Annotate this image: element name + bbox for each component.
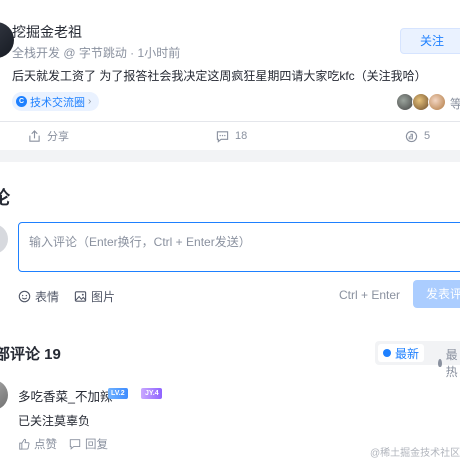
watermark: @稀土掘金技术社区 (370, 448, 460, 459)
like-count-button[interactable]: 5 (405, 128, 430, 144)
emoji-label: 表情 (35, 290, 60, 304)
send-shortcut-hint: Ctrl + Enter (339, 288, 401, 302)
sort-hot-tab[interactable]: 最热 (438, 346, 460, 380)
image-icon (74, 291, 87, 302)
chevron-right-icon: › (88, 96, 92, 107)
emoji-button[interactable]: 表情 (18, 288, 59, 305)
topic-tag[interactable]: C 技术交流圈 › (12, 92, 100, 111)
image-label: 图片 (91, 290, 116, 304)
sort-newest-tab[interactable]: 最新 (378, 344, 425, 362)
comment-icon (216, 130, 229, 143)
share-icon (29, 129, 40, 142)
like-count: 5 (424, 130, 431, 142)
level-badge[interactable]: LV.2 (108, 388, 128, 399)
comment-count-button[interactable]: 18 (216, 128, 247, 144)
topic-label: 技术交流圈 (30, 96, 85, 109)
liked-users-avatars[interactable] (396, 93, 446, 111)
comment-input[interactable]: 输入评论（Enter换行，Ctrl + Enter发送） (18, 222, 460, 272)
comment-reply-button[interactable]: 回复 (69, 436, 108, 452)
share-label: 分享 (47, 131, 69, 143)
comment-like-button[interactable]: 点赞 (18, 436, 57, 452)
comment-like-label: 点赞 (34, 439, 57, 451)
comment-count: 18 (235, 130, 248, 142)
sort-hot-label: 最热 (445, 348, 458, 379)
all-comments-title: 部评论 19 (0, 346, 61, 363)
avatar (428, 93, 446, 111)
post-content: 后天就发工资了 为了报答社会我决定这周疯狂星期四请大家吃kfc（关注我哈） (12, 69, 427, 83)
clock-icon (383, 349, 391, 357)
author-meta: 全栈开发 @ 字节跳动 · 1小时前 (12, 46, 181, 60)
share-button[interactable]: 分享 (28, 128, 69, 144)
reply-icon (69, 439, 81, 450)
comment-reply-label: 回复 (85, 439, 108, 451)
follow-button[interactable]: 关注 (400, 28, 460, 54)
author-name[interactable]: 挖掘金老祖 (12, 22, 82, 42)
flame-icon (438, 359, 442, 367)
topic-icon: C (16, 96, 27, 107)
divider (0, 121, 460, 122)
commenter-name[interactable]: 多吃香菜_不加辣 (18, 386, 112, 405)
thumbs-up-icon (19, 438, 30, 450)
comment-text: 已关注莫辜负 (18, 414, 91, 428)
liked-users-more: 等 (450, 97, 460, 111)
sort-newest-label: 最新 (395, 346, 420, 361)
image-button[interactable]: 图片 (74, 288, 115, 305)
jy-badge[interactable]: JY.4 (141, 388, 162, 399)
submit-comment-button[interactable]: 发表评论 (413, 280, 460, 308)
emoji-icon (18, 290, 31, 303)
comment-section-title: 论 (0, 188, 10, 208)
like-icon (405, 130, 418, 142)
